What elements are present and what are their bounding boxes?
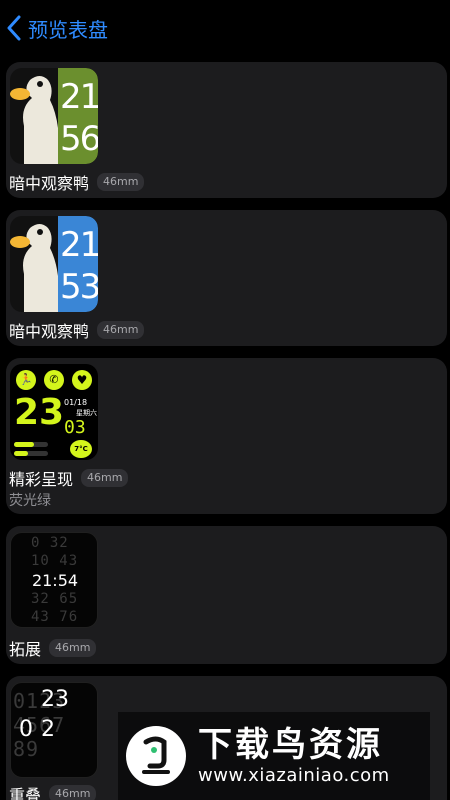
watch-face-card[interactable]: 21 56 暗中观察鸭 46mm xyxy=(6,62,447,198)
minute-digits: 02 xyxy=(19,717,63,742)
heart-icon: ♥ xyxy=(72,370,92,390)
watch-face-card[interactable]: 21 53 暗中观察鸭 46mm xyxy=(6,210,447,346)
bird-logo-icon xyxy=(126,726,186,786)
face-subtitle: 荧光绿 xyxy=(9,493,51,509)
top-bar: 预览表盘 xyxy=(0,0,450,56)
size-badge: 46mm xyxy=(81,469,129,487)
temperature-badge: 7°C xyxy=(70,440,92,458)
watch-face-preview: 21 53 xyxy=(10,216,98,312)
face-name: 暗中观察鸭 xyxy=(9,322,90,341)
background-digits: 43 76 xyxy=(31,609,79,625)
minute-digits: 56 xyxy=(60,119,98,159)
run-icon: 🏃 xyxy=(16,370,36,390)
face-name: 重叠 xyxy=(9,786,42,800)
background-digits: 0 32 xyxy=(31,535,69,551)
watch-face-preview: 0 32 10 43 32 65 43 76 21:54 xyxy=(10,532,98,628)
size-badge: 46mm xyxy=(49,639,97,657)
back-button[interactable]: 预览表盘 xyxy=(0,0,108,56)
hour-digits: 23 xyxy=(41,687,69,712)
watermark-url: www.xiazainiao.com xyxy=(198,765,390,786)
background-digits: 32 65 xyxy=(31,591,79,607)
face-name-row: 精彩呈现 46mm xyxy=(9,466,129,490)
progress-bar xyxy=(14,442,48,447)
hour-digits: 23 xyxy=(14,392,65,433)
watch-face-card[interactable]: 🏃 ✆ ♥ 23 01/18 星期六 03 7°C 精彩呈现 46mm 荧光绿 xyxy=(6,358,447,514)
watch-face-preview: 21 56 xyxy=(10,68,98,164)
size-badge: 46mm xyxy=(97,173,145,191)
face-name-row: 暗中观察鸭 46mm xyxy=(9,170,145,194)
size-badge: 46mm xyxy=(97,321,145,339)
chevron-left-icon xyxy=(7,15,21,41)
watch-face-preview: 🏃 ✆ ♥ 23 01/18 星期六 03 7°C xyxy=(10,364,98,460)
size-badge: 46mm xyxy=(49,785,97,800)
face-name: 精彩呈现 xyxy=(9,470,74,489)
date-text: 01/18 xyxy=(64,398,88,407)
watermark: 下载鸟资源 www.xiazainiao.com xyxy=(118,712,430,800)
watch-face-preview: 0123 4567 89 23 02 xyxy=(10,682,98,778)
page-title: 预览表盘 xyxy=(28,17,108,42)
progress-bar xyxy=(14,451,48,456)
minute-digits: 03 xyxy=(64,417,86,438)
watch-face-card[interactable]: 0 32 10 43 32 65 43 76 21:54 拓展 46mm xyxy=(6,526,447,664)
watermark-title: 下载鸟资源 xyxy=(198,725,383,765)
phone-icon: ✆ xyxy=(44,370,64,390)
hour-digits: 21 xyxy=(60,77,98,117)
face-name-row: 暗中观察鸭 46mm xyxy=(9,318,145,342)
face-name-row: 重叠 46mm xyxy=(9,782,97,800)
hour-digits: 21 xyxy=(60,225,98,265)
background-digits: 10 43 xyxy=(31,553,79,569)
face-name-row: 拓展 46mm xyxy=(9,636,97,660)
face-name: 暗中观察鸭 xyxy=(9,174,90,193)
minute-digits: 53 xyxy=(60,267,98,307)
time-display: 21:54 xyxy=(31,571,79,590)
face-name: 拓展 xyxy=(9,640,42,659)
